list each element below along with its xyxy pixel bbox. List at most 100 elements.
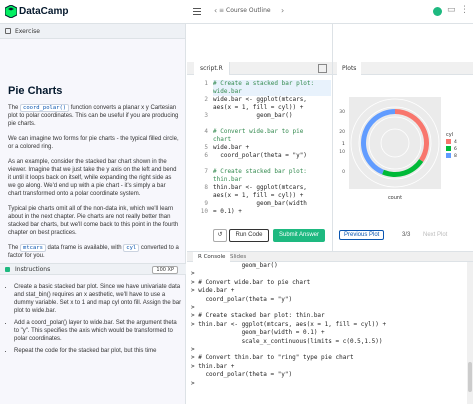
workspace-header: [187, 24, 473, 62]
more-icon[interactable]: ⋮: [460, 5, 469, 15]
line-number: [187, 88, 208, 96]
line-number: 9: [204, 200, 208, 207]
line-number: 6: [204, 152, 208, 159]
line-number: 8: [204, 184, 208, 191]
tab-slides[interactable]: Slides: [225, 252, 251, 262]
code-line[interactable]: aes(x = 1, fill = cyl)) +: [213, 192, 331, 200]
line-number: 4: [204, 128, 208, 135]
next-exercise-icon[interactable]: ›: [281, 6, 284, 15]
code-line[interactable]: wide.bar <- ggplot(mtcars,: [213, 96, 331, 104]
instructions-header: Instructions 100 XP: [0, 263, 186, 275]
line-number: 10: [200, 208, 208, 215]
code-line[interactable]: wide.bar +: [213, 144, 331, 152]
code-line[interactable]: thin.bar: [213, 176, 331, 184]
line-number: [187, 104, 208, 112]
console-line: coord_polar(theta = "y"): [191, 295, 293, 303]
code-line[interactable]: geom_bar(): [213, 112, 331, 120]
paragraph-text: The: [8, 245, 21, 251]
legend-label: 8: [454, 153, 457, 159]
console-line: > # Convert wide.bar to pie chart: [191, 278, 311, 286]
console-scrollbar[interactable]: [467, 262, 473, 404]
console-line: scale_x_continuous(limits = c(0.5,1.5)): [191, 337, 383, 345]
exercise-paragraph: As an example, consider the stacked bar …: [8, 159, 177, 197]
instructions-list: Create a basic stacked bar plot. Since w…: [14, 283, 182, 359]
console-line: geom_bar(width = 0.1) +: [191, 329, 325, 337]
line-number: 2: [204, 96, 208, 103]
inline-code: mtcars: [20, 244, 46, 252]
editor-tabs: script.R: [187, 62, 332, 75]
code-line[interactable]: thin.bar <- ggplot(mtcars,: [213, 184, 331, 192]
instruction-item: Repeat the code for the stacked bar plot…: [14, 347, 182, 355]
previous-plot-button[interactable]: Previous Plot: [339, 230, 385, 240]
next-plot-button[interactable]: Next Plot: [423, 232, 447, 238]
console-line: >: [191, 304, 195, 312]
line-number: [187, 136, 208, 144]
code-line[interactable]: [213, 160, 331, 168]
tick-label: 10: [339, 149, 345, 155]
line-numbers: 1 2 3 4 56 7 8 9 10: [187, 80, 208, 216]
slides-icon[interactable]: ▭: [447, 5, 456, 15]
tab-script[interactable]: script.R: [194, 62, 230, 75]
r-console[interactable]: geom_bar() > > # Convert wide.bar to pie c…: [187, 262, 467, 404]
code-line[interactable]: geom_bar(width: [213, 200, 331, 208]
code-line[interactable]: # Convert wide.bar to pie: [213, 128, 331, 136]
code-line[interactable]: [213, 120, 331, 128]
tick-label: 0: [342, 169, 345, 175]
top-bar: DataCamp ‹ ≡ Course Outline › ▭ ⋮: [0, 0, 473, 24]
exercise-body: The coord_polar() function converts a pl…: [8, 104, 180, 267]
console-line: > thin.bar <- ggplot(mtcars, aes(x = 1, …: [191, 320, 387, 328]
line-number: 5: [204, 144, 208, 151]
code-line[interactable]: wide.bar: [213, 88, 331, 96]
menu-icon[interactable]: [193, 8, 201, 15]
code-line[interactable]: # Create stacked bar plot:: [213, 168, 331, 176]
tab-plots[interactable]: Plots: [337, 62, 362, 75]
line-number: 3: [204, 112, 208, 119]
prev-exercise-icon[interactable]: ‹: [214, 6, 217, 15]
plots-tabs: Plots: [333, 62, 473, 75]
course-outline-button[interactable]: Course Outline: [226, 7, 271, 14]
tick-label: 20: [339, 129, 345, 135]
code-editor[interactable]: 1 2 3 4 56 7 8 9 10 # Create a stacked ba…: [187, 75, 332, 225]
submit-answer-button[interactable]: Submit Answer: [273, 229, 325, 242]
console-line: > # Convert thin.bar to "ring" type pie …: [191, 354, 354, 362]
legend-swatch: [446, 139, 451, 144]
app-title[interactable]: DataCamp: [19, 6, 68, 17]
code-line[interactable]: chart: [213, 136, 331, 144]
line-number: [187, 192, 208, 200]
exercise-header: Exercise: [0, 24, 185, 39]
expand-icon[interactable]: [318, 64, 327, 73]
line-number: 7: [204, 168, 208, 175]
axis-label: 1: [342, 141, 345, 147]
outline-icon: ≡: [219, 7, 225, 14]
code-line[interactable]: coord_polar(theta = "y"): [213, 152, 331, 160]
instructions-label: Instructions: [15, 266, 51, 273]
inline-code: coord_polar(): [20, 104, 70, 112]
scrollbar-thumb[interactable]: [468, 362, 472, 392]
code-line[interactable]: aes(x = 1, fill = cyl)) +: [213, 104, 331, 112]
console-line: > # Create stacked bar plot: thin.bar: [191, 312, 325, 320]
line-number: [187, 120, 208, 128]
console-line: geom_bar(): [191, 262, 278, 269]
code-line[interactable]: # Create a stacked bar plot:: [213, 80, 331, 88]
datacamp-logo-icon[interactable]: [5, 5, 17, 18]
console-line: >: [191, 270, 195, 278]
console-tabs: R Console Slides: [187, 251, 473, 262]
plot-viewer: 30 20 10 0 count 1 cyl 4 6 8: [333, 75, 473, 225]
reset-button[interactable]: ↺: [213, 229, 227, 242]
legend-title: cyl: [446, 132, 453, 138]
code-content[interactable]: # Create a stacked bar plot: wide.bar wide…: [213, 80, 331, 216]
console-line: > thin.bar +: [191, 362, 235, 370]
line-number: 1: [204, 80, 208, 87]
status-icon[interactable]: [433, 7, 442, 16]
console-line: coord_polar(theta = "y"): [191, 371, 293, 379]
exercise-paragraph: The mtcars data frame is available, with…: [8, 244, 180, 260]
paragraph-text: data frame is available, with: [45, 245, 124, 251]
instructions-icon: [5, 267, 10, 272]
legend-swatch: [446, 153, 451, 158]
pie-chart: 30 20 10 0 count 1 cyl468: [339, 97, 457, 201]
instruction-item: Create a basic stacked bar plot. Since w…: [14, 283, 182, 315]
line-number: [187, 160, 208, 168]
code-line[interactable]: = 0.1) +: [213, 208, 331, 216]
line-number: [187, 176, 208, 184]
run-code-button[interactable]: Run Code: [229, 229, 269, 242]
